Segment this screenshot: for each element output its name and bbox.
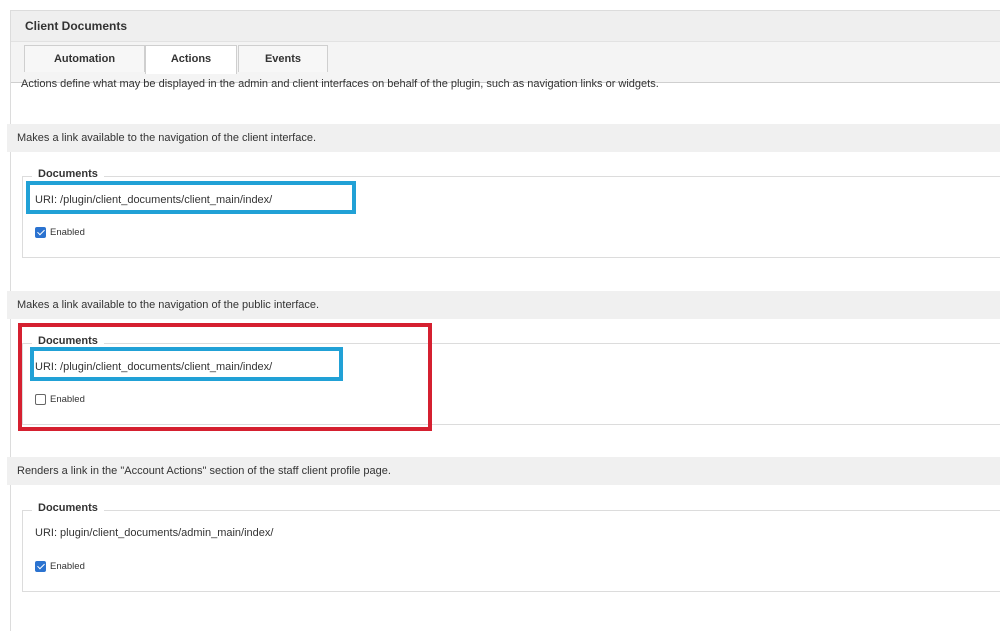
action-uri: URI: /plugin/client_documents/client_mai… [35,361,273,373]
checkbox-unchecked-icon[interactable] [35,394,46,405]
panel-title: Client Documents [25,19,128,33]
action-fieldset-public-nav: Documents URI: /plugin/client_documents/… [22,335,1000,425]
action-uri: URI: plugin/client_documents/admin_main/… [35,527,274,539]
tab-actions[interactable]: Actions [145,45,237,74]
enabled-label: Enabled [50,227,85,238]
enabled-label: Enabled [50,394,85,405]
tab-events[interactable]: Events [238,45,328,72]
tab-automation[interactable]: Automation [24,45,145,72]
checkbox-checked-icon[interactable] [35,227,46,238]
actions-description: Actions define what may be displayed in … [21,78,659,90]
action-name: Documents [32,502,104,514]
action-name: Documents [32,335,104,347]
action-name: Documents [32,168,104,180]
tab-bar: Automation Actions Events [11,42,1000,83]
action-heading-public-nav: Makes a link available to the navigation… [7,291,1000,319]
action-heading-client-nav: Makes a link available to the navigation… [7,124,1000,152]
action-heading-staff-profile: Renders a link in the "Account Actions" … [7,457,1000,485]
enabled-checkbox[interactable]: Enabled [35,394,85,405]
panel-header: Client Documents [11,11,1000,42]
enabled-checkbox[interactable]: Enabled [35,227,85,238]
enabled-label: Enabled [50,561,85,572]
action-fieldset-staff-profile: Documents URI: plugin/client_documents/a… [22,502,1000,592]
action-fieldset-client-nav: Documents URI: /plugin/client_documents/… [22,168,1000,258]
action-uri: URI: /plugin/client_documents/client_mai… [35,194,273,206]
enabled-checkbox[interactable]: Enabled [35,561,85,572]
checkbox-checked-icon[interactable] [35,561,46,572]
